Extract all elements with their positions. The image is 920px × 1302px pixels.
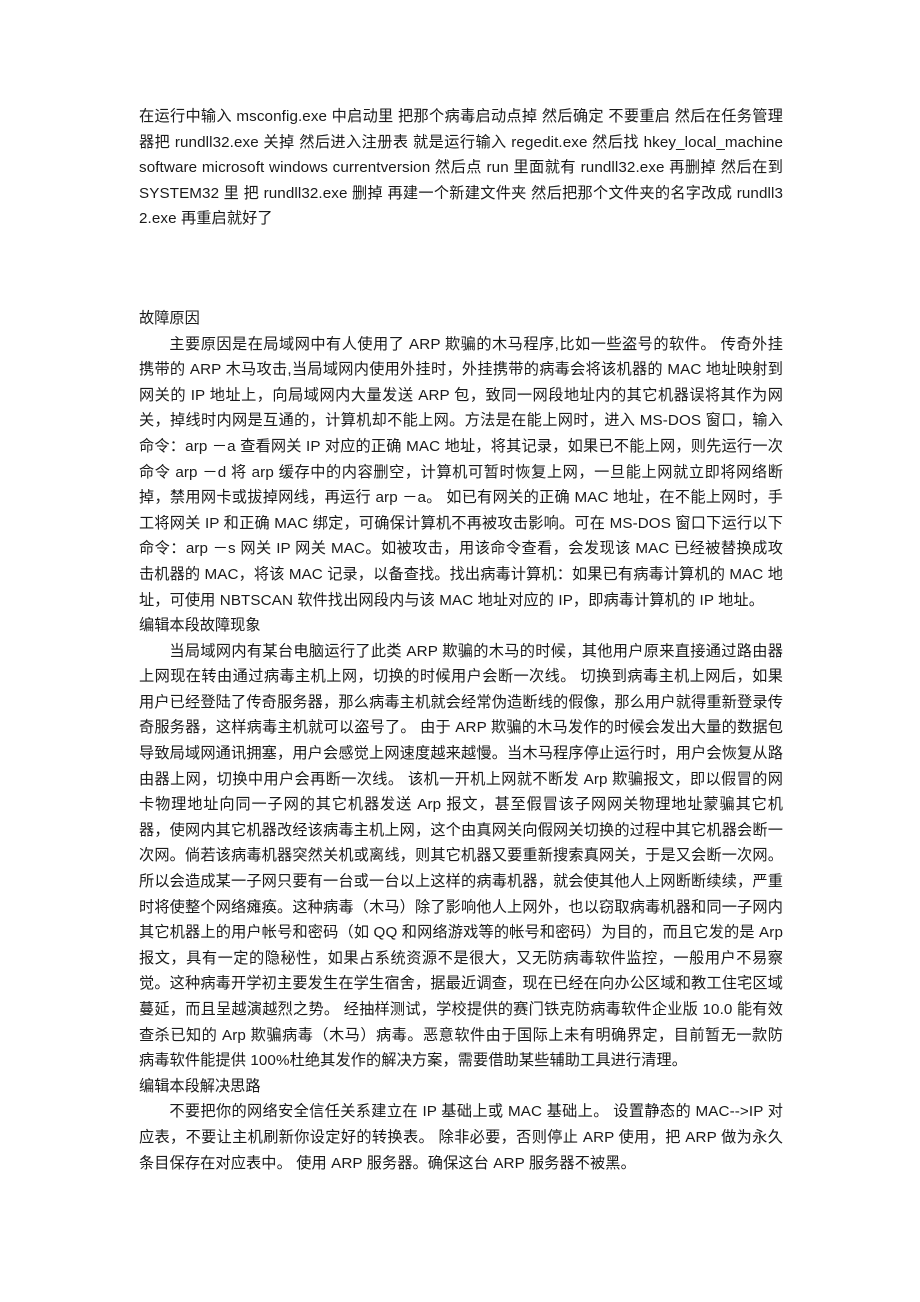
heading-solution-approach: 编辑本段解决思路 <box>139 1077 261 1095</box>
intro-paragraph: 在运行中输入 msconfig.exe 中启动里 把那个病毒启动点掉 然后确定 … <box>139 108 783 228</box>
document-body: 在运行中输入 msconfig.exe 中启动里 把那个病毒启动点掉 然后确定 … <box>139 104 783 1176</box>
heading-fault-cause: 故障原因 <box>139 309 200 327</box>
fault-symptom-paragraph: 当局域网内有某台电脑运行了此类 ARP 欺骗的木马的时候，其他用户原来直接通过路… <box>139 642 783 1070</box>
heading-fault-symptom: 编辑本段故障现象 <box>139 617 261 635</box>
solution-approach-paragraph: 不要把你的网络安全信任关系建立在 IP 基础上或 MAC 基础上。 设置静态的 … <box>139 1103 783 1172</box>
fault-cause-paragraph: 主要原因是在局域网中有人使用了 ARP 欺骗的木马程序,比如一些盗号的软件。 传… <box>139 335 783 609</box>
document-page: 在运行中输入 msconfig.exe 中启动里 把那个病毒启动点掉 然后确定 … <box>0 0 920 1302</box>
